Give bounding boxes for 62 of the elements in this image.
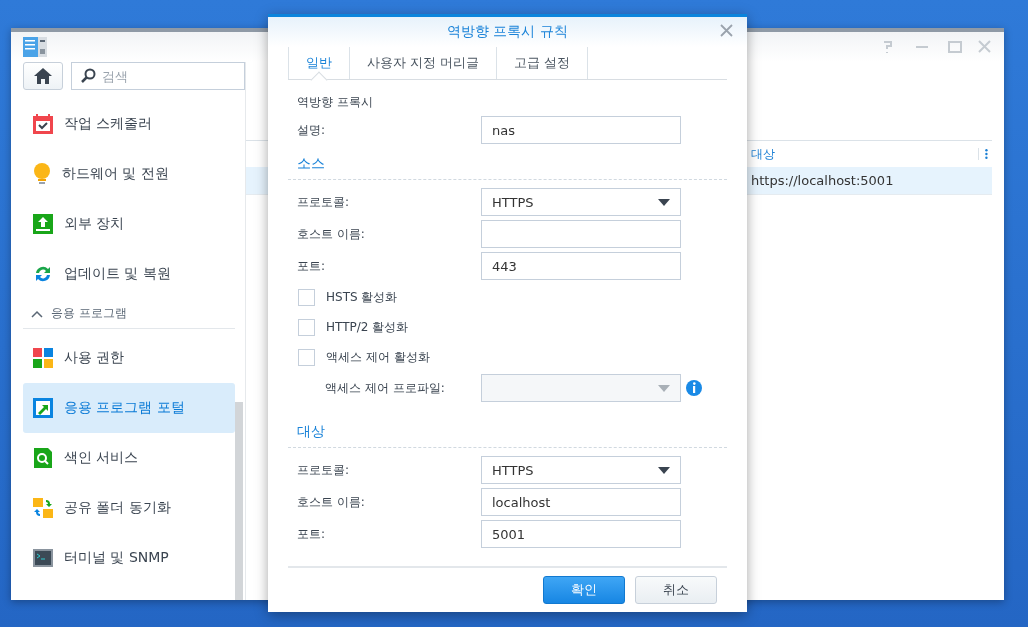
caret-icon [658, 384, 670, 392]
section-header[interactable]: 응용 프로그램 [23, 299, 235, 329]
sidebar-item[interactable]: 하드웨어 및 전원 [23, 149, 235, 199]
sidebar-item[interactable]: 터미널 및 SNMP [23, 533, 235, 583]
checkbox[interactable] [298, 348, 315, 366]
field-label: 호스트 이름: [296, 225, 366, 243]
checkbox-label: HSTS 활성화 [326, 288, 398, 306]
permission-grid-icon [32, 347, 54, 369]
tab[interactable]: 사용자 지정 머리글 [349, 47, 497, 79]
section-title: 소스 [297, 155, 325, 173]
sidebar-item[interactable]: 업데이트 및 복원 [23, 249, 235, 299]
info-icon[interactable] [685, 379, 703, 397]
search-field[interactable]: 검색 [71, 62, 245, 90]
caret-icon [658, 466, 670, 474]
upload-drive-icon [32, 213, 54, 235]
field-label: 포트: [296, 525, 327, 543]
input-field[interactable] [481, 220, 681, 248]
field-label: 설명: [296, 121, 327, 139]
input-field[interactable]: 5001 [481, 520, 681, 548]
field-label: 액세스 제어 프로파일: [324, 379, 446, 397]
light-bulb-icon [32, 162, 52, 186]
sidebar-item[interactable]: 사용 권한 [23, 333, 235, 383]
terminal-icon [32, 547, 54, 569]
close-icon [720, 24, 733, 37]
chevron-up-icon [31, 309, 43, 318]
checkbox-label: 액세스 제어 활성화 [326, 348, 430, 366]
folder-sync-icon [32, 497, 54, 519]
dropdown[interactable]: HTTPS [481, 456, 681, 484]
checkbox[interactable] [298, 288, 315, 306]
search-icon [80, 68, 96, 84]
checkbox[interactable] [298, 318, 315, 336]
sidebar-item[interactable]: 공유 폴더 동기화 [23, 483, 235, 533]
field-label: 프로토콜: [296, 461, 351, 479]
sidebar-item[interactable]: 작업 스케줄러 [23, 99, 235, 149]
window-controls-drawing[interactable] [882, 40, 992, 54]
column-header[interactable]: 대상 [751, 145, 775, 163]
dropdown[interactable]: HTTPS [481, 188, 681, 216]
dialog-title: 역방향 프록시 규칙 [447, 23, 568, 41]
input-field[interactable]: nas [481, 116, 681, 144]
cancel-button[interactable]: 취소 [635, 576, 717, 604]
input-field[interactable]: 443 [481, 252, 681, 280]
calendar-check-icon [32, 113, 54, 135]
checkbox-label: HTTP/2 활성화 [326, 318, 409, 336]
home-icon [34, 68, 52, 84]
input-field[interactable]: localhost [481, 488, 681, 516]
field-label: 포트: [296, 257, 327, 275]
sidebar-item[interactable]: 색인 서비스 [23, 433, 235, 483]
section-title: 대상 [297, 423, 325, 441]
sidebar-item[interactable]: 응용 프로그램 포털 [23, 383, 235, 433]
app-icon [23, 37, 47, 57]
field-label: 호스트 이름: [296, 493, 366, 511]
caret-icon [658, 198, 670, 206]
sidebar-item[interactable]: 외부 장치 [23, 199, 235, 249]
close-button[interactable] [720, 24, 733, 37]
home-button[interactable] [23, 62, 63, 90]
scrollbar[interactable] [235, 402, 243, 600]
field-label: 프로토콜: [296, 193, 351, 211]
form-heading: 역방향 프록시 [296, 93, 374, 111]
tab[interactable]: 일반 [288, 47, 349, 79]
document-search-icon [32, 447, 54, 469]
tab[interactable]: 고급 설정 [496, 47, 589, 79]
table-cell: https://localhost:5001 [751, 173, 894, 188]
